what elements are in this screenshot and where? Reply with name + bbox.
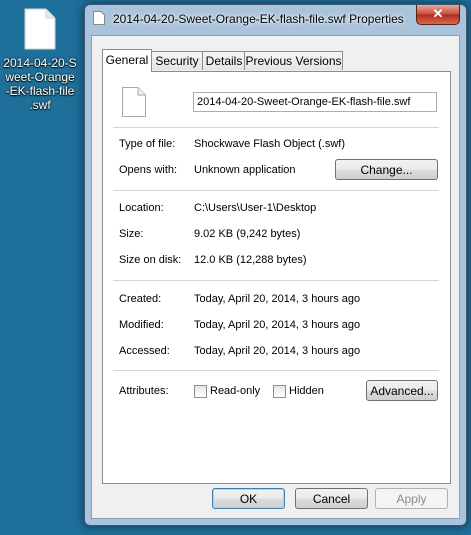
accessed-label: Accessed:: [119, 345, 170, 357]
separator: [113, 127, 439, 128]
properties-window: 2014-04-20-Sweet-Orange-EK-flash-file.sw…: [84, 4, 467, 526]
apply-button[interactable]: Apply: [375, 488, 448, 509]
opens-with-value: Unknown application: [194, 164, 296, 176]
desktop-file-label: 2014-04-20-S weet-Orange -EK-flash-file …: [3, 56, 77, 112]
readonly-checkbox[interactable]: [194, 385, 207, 398]
hidden-label[interactable]: Hidden: [289, 385, 324, 397]
tab-general[interactable]: General: [102, 49, 152, 72]
type-of-file-label: Type of file:: [119, 138, 176, 150]
created-label: Created:: [119, 293, 162, 305]
attributes-label: Attributes:: [119, 385, 169, 397]
close-button[interactable]: ✕: [416, 5, 460, 25]
title-bar[interactable]: 2014-04-20-Sweet-Orange-EK-flash-file.sw…: [85, 5, 466, 31]
size-label: Size:: [119, 228, 144, 240]
size-on-disk-value: 12.0 KB (12,288 bytes): [194, 254, 307, 266]
separator: [113, 280, 439, 281]
window-title: 2014-04-20-Sweet-Orange-EK-flash-file.sw…: [113, 12, 404, 26]
blank-file-icon: [24, 8, 56, 50]
file-name-input[interactable]: [193, 92, 437, 112]
type-of-file-value: Shockwave Flash Object (.swf): [194, 138, 345, 150]
general-panel: Type of file: Shockwave Flash Object (.s…: [102, 71, 451, 484]
tab-security[interactable]: Security: [150, 51, 204, 70]
tab-previous-versions[interactable]: Previous Versions: [244, 51, 343, 70]
change-button[interactable]: Change...: [335, 159, 438, 180]
created-value: Today, April 20, 2014, 3 hours ago: [194, 293, 361, 305]
dialog-client: General Security Details Previous Versio…: [91, 35, 460, 519]
opens-with-label: Opens with:: [119, 164, 178, 176]
location-value: C:\Users\User-1\Desktop: [194, 202, 317, 214]
cancel-button[interactable]: Cancel: [295, 488, 368, 509]
hidden-checkbox[interactable]: [273, 385, 286, 398]
size-on-disk-label: Size on disk:: [119, 254, 182, 266]
location-label: Location:: [119, 202, 164, 214]
ok-button[interactable]: OK: [212, 488, 285, 509]
desktop-file-icon[interactable]: 2014-04-20-S weet-Orange -EK-flash-file …: [0, 8, 80, 112]
readonly-label[interactable]: Read-only: [210, 385, 260, 397]
accessed-value: Today, April 20, 2014, 3 hours ago: [194, 345, 361, 357]
file-type-icon: [122, 87, 146, 117]
close-icon: ✕: [432, 6, 444, 21]
modified-value: Today, April 20, 2014, 3 hours ago: [194, 319, 361, 331]
size-value: 9.02 KB (9,242 bytes): [194, 228, 301, 240]
file-icon: [93, 11, 105, 25]
separator: [113, 190, 439, 191]
separator: [113, 370, 439, 371]
tab-details[interactable]: Details: [202, 51, 246, 70]
advanced-button[interactable]: Advanced...: [366, 380, 438, 401]
modified-label: Modified:: [119, 319, 164, 331]
